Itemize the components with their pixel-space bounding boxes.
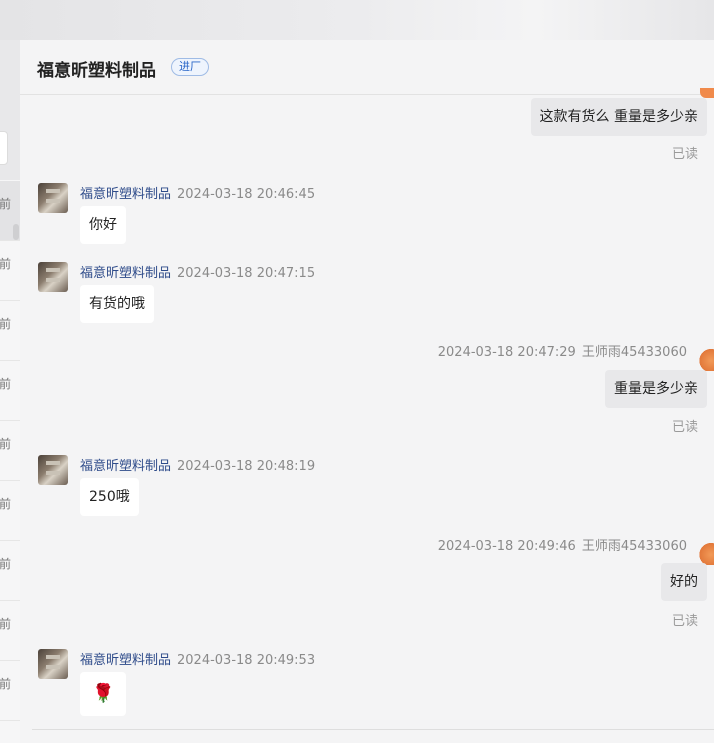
session-item[interactable]: 前 (0, 241, 20, 301)
message-bubble-outgoing[interactable]: 重量是多少亲 (605, 370, 707, 408)
user-avatar[interactable] (697, 345, 714, 371)
status-tag[interactable]: 进厂 (171, 58, 209, 76)
message-bubble-incoming[interactable]: 有货的哦 (80, 285, 154, 323)
read-status: 已读 (671, 614, 698, 629)
message-bubble-outgoing[interactable]: 好的 (661, 563, 707, 601)
chat-header: 福意昕塑料制品 进厂 (20, 40, 714, 95)
session-item[interactable]: 前 (0, 541, 20, 601)
session-item-time: 前 (0, 437, 12, 451)
session-item[interactable]: 前 (0, 421, 20, 481)
message-time: 2024-03-18 20:47:15 (177, 266, 316, 281)
session-item[interactable]: 前 (0, 601, 20, 661)
message-bubble-incoming[interactable]: 250哦 (80, 478, 139, 516)
message-list: 这款有货么 重量是多少亲 已读 福意昕塑料制品 2024-03-18 20:46:… (20, 95, 714, 729)
session-item-time: 前 (0, 497, 12, 511)
message-meta-outgoing: 2024-03-18 20:49:46 王师雨45433060 (438, 535, 687, 554)
message-time: 2024-03-18 20:49:53 (177, 653, 316, 668)
session-list-panel: 前 前 前 前 前 前 前 前 前 (0, 40, 20, 743)
input-divider (32, 729, 714, 730)
session-item-time: 前 (0, 617, 12, 631)
read-status: 已读 (671, 147, 698, 162)
message-meta: 福意昕塑料制品 2024-03-18 20:49:53 (80, 649, 315, 668)
message-bubble-outgoing[interactable]: 这款有货么 重量是多少亲 (530, 98, 707, 136)
session-item[interactable]: 前 (0, 361, 20, 421)
sender-name[interactable]: 福意昕塑料制品 (80, 187, 171, 202)
message-time: 2024-03-18 20:47:29 (437, 345, 576, 360)
session-item-time: 前 (0, 257, 12, 271)
chat-title: 福意昕塑料制品 (37, 61, 156, 81)
session-list-scrollbar[interactable] (13, 224, 19, 240)
message-time: 2024-03-18 20:46:45 (177, 187, 316, 202)
message-bubble-incoming[interactable]: 你好 (80, 206, 126, 244)
message-meta: 福意昕塑料制品 2024-03-18 20:47:15 (80, 262, 315, 281)
rose-emoji-message[interactable]: 🌹 (80, 672, 127, 716)
sender-name: 王师雨45433060 (581, 539, 687, 554)
session-list: 前 前 前 前 前 前 前 前 前 (0, 181, 20, 721)
session-item-time: 前 (0, 197, 12, 211)
sender-name[interactable]: 福意昕塑料制品 (80, 459, 171, 474)
message-meta: 福意昕塑料制品 2024-03-18 20:48:19 (80, 455, 315, 474)
top-backdrop (0, 0, 714, 40)
message-meta-outgoing: 2024-03-18 20:47:29 王师雨45433060 (438, 341, 687, 360)
message-meta: 福意昕塑料制品 2024-03-18 20:46:45 (80, 183, 315, 202)
session-item-time: 前 (0, 377, 12, 391)
sender-name[interactable]: 福意昕塑料制品 (80, 266, 171, 281)
message-time: 2024-03-18 20:48:19 (177, 459, 316, 474)
sender-avatar[interactable] (38, 262, 68, 292)
chat-panel: 福意昕塑料制品 进厂 这款有货么 重量是多少亲 已读 福意昕塑料制品 2024-0… (20, 40, 714, 743)
session-item[interactable]: 前 (0, 301, 20, 361)
read-status: 已读 (671, 420, 698, 435)
session-item-time: 前 (0, 317, 12, 331)
sender-name: 王师雨45433060 (581, 345, 687, 360)
sender-name[interactable]: 福意昕塑料制品 (80, 653, 171, 668)
message-time: 2024-03-18 20:49:46 (437, 539, 576, 554)
session-search-input[interactable] (0, 131, 8, 165)
session-item[interactable]: 前 (0, 481, 20, 541)
user-avatar[interactable] (697, 539, 714, 565)
sender-avatar[interactable] (38, 183, 68, 213)
sender-avatar[interactable] (38, 649, 68, 679)
session-item-time: 前 (0, 557, 12, 571)
sender-avatar[interactable] (38, 455, 68, 485)
session-item[interactable]: 前 (0, 661, 20, 721)
session-item-time: 前 (0, 677, 12, 691)
